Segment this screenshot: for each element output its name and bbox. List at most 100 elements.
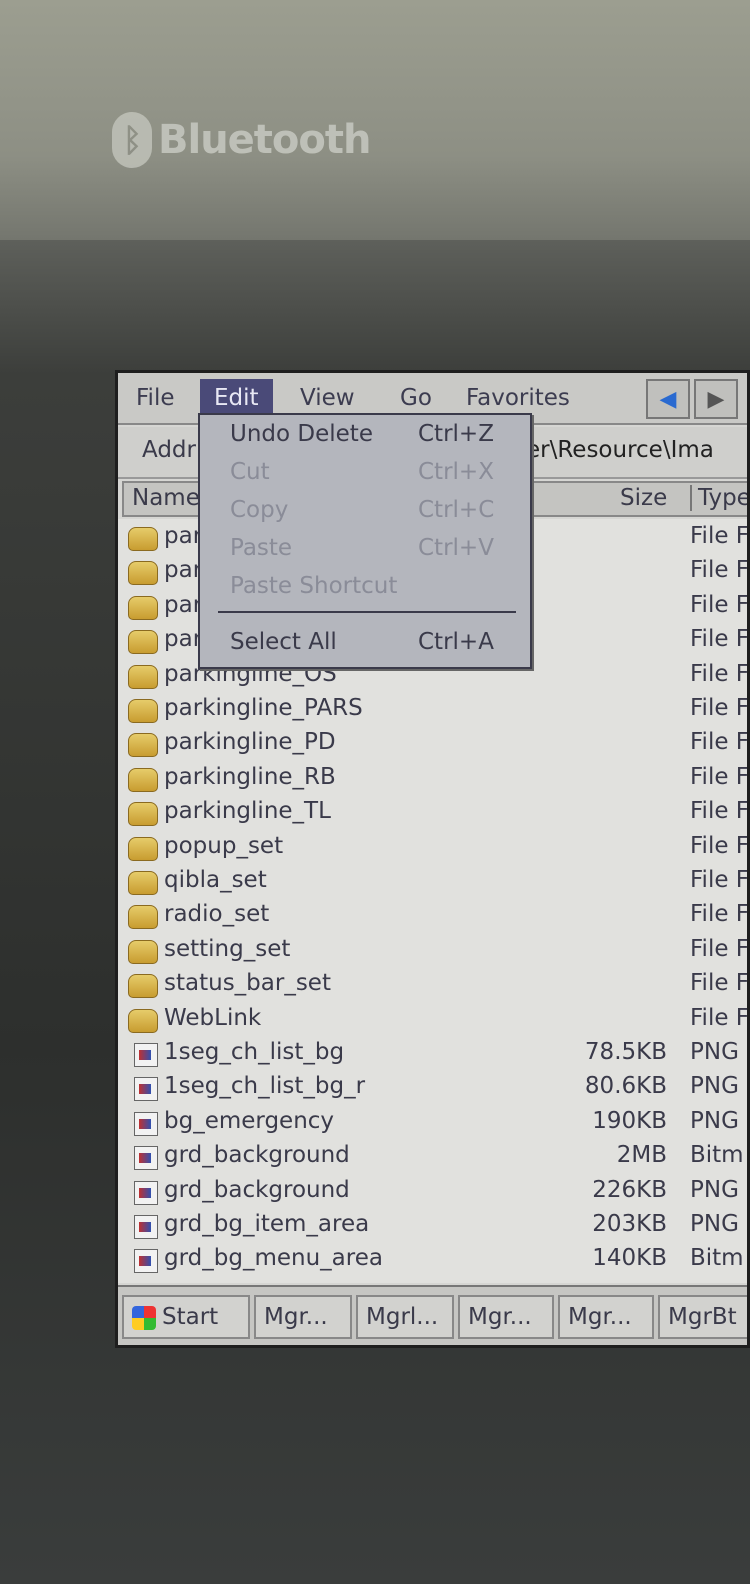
file-size: 226KB (592, 1176, 667, 1203)
file-row[interactable]: grd_background 226KB PNG (118, 1177, 747, 1211)
file-row[interactable]: parkingline_PARS File F (118, 695, 747, 729)
file-type: File F (690, 729, 747, 756)
menu-item-select-all[interactable]: Select All Ctrl+A (230, 629, 494, 663)
file-type: PNG (690, 1176, 739, 1203)
folder-icon (128, 905, 158, 930)
menu-item-label: Cut (230, 459, 270, 485)
column-size[interactable]: Size (620, 485, 667, 511)
file-row[interactable]: grd_background 2MB Bitm (118, 1142, 747, 1176)
start-button[interactable]: Start (122, 1295, 250, 1339)
menu-item-paste-shortcut[interactable]: Paste Shortcut (230, 573, 397, 607)
menu-item-copy[interactable]: Copy Ctrl+C (230, 497, 494, 531)
file-icon (134, 1146, 158, 1171)
file-row[interactable]: status_bar_set File F (118, 970, 747, 1004)
file-type: File F (690, 557, 747, 584)
folder-icon (128, 527, 158, 551)
file-name: grd_background (164, 1142, 350, 1169)
forward-button[interactable]: ▶ (694, 379, 738, 419)
menu-item-undo-delete[interactable]: Undo Delete Ctrl+Z (230, 421, 494, 455)
file-row[interactable]: bg_emergency 190KB PNG (118, 1108, 747, 1142)
menu-item-label: Select All (230, 629, 337, 655)
file-icon (134, 1180, 158, 1205)
address-input[interactable]: er\Resource\Ima (526, 437, 714, 463)
file-row[interactable]: 1seg_ch_list_bg_r 80.6KB PNG (118, 1073, 747, 1107)
file-icon (134, 1215, 158, 1239)
file-icon (134, 1249, 158, 1274)
menu-file[interactable]: File (122, 379, 189, 417)
folder-icon (128, 939, 158, 964)
file-type: File F (690, 523, 747, 549)
menu-view[interactable]: View (286, 379, 369, 417)
taskbar-button[interactable]: MgrBt (658, 1295, 747, 1339)
menu-item-shortcut: Ctrl+Z (418, 421, 494, 447)
menu-item-paste[interactable]: Paste Ctrl+V (230, 535, 494, 569)
file-name: parkingline_PARS (164, 695, 363, 721)
file-name: par (164, 557, 203, 584)
menu-go[interactable]: Go (386, 379, 446, 417)
file-row[interactable]: 1seg_ch_list_bg 78.5KB PNG (118, 1039, 747, 1073)
file-type: PNG (690, 1107, 739, 1134)
back-arrow-icon: ◀ (659, 386, 677, 412)
file-row[interactable]: setting_set File F (118, 936, 747, 970)
file-row[interactable]: parkingline_PD File F (118, 729, 747, 763)
file-name: bg_emergency (164, 1107, 335, 1134)
file-name: grd_bg_item_area (164, 1211, 370, 1237)
file-name: parkingline_TL (164, 798, 331, 825)
file-type: File F (690, 1004, 747, 1031)
menu-item-shortcut: Ctrl+A (418, 629, 494, 655)
file-name: grd_background (164, 1176, 350, 1203)
file-type: File F (690, 935, 747, 962)
file-size: 203KB (592, 1211, 667, 1237)
menu-item-label: Copy (230, 497, 289, 523)
file-name: parkingline_PD (164, 729, 336, 756)
file-type: PNG (690, 1073, 739, 1100)
folder-icon (128, 733, 158, 758)
taskbar-button[interactable]: Mgr... (458, 1295, 554, 1339)
file-row[interactable]: grd_bg_item_area 203KB PNG (118, 1211, 747, 1245)
file-type: File F (690, 591, 747, 618)
column-name[interactable]: Name (132, 485, 200, 511)
menu-item-label: Paste Shortcut (230, 573, 398, 599)
back-button[interactable]: ◀ (646, 379, 690, 419)
folder-icon (128, 767, 158, 792)
start-label: Start (162, 1304, 219, 1330)
menu-separator (218, 611, 516, 613)
file-row[interactable]: parkingline_TL File F (118, 798, 747, 832)
column-type[interactable]: Type (690, 485, 747, 511)
taskbar: Start Mgr... Mgrl... Mgr... Mgr... MgrBt (118, 1285, 747, 1345)
taskbar-button[interactable]: Mgrl... (356, 1295, 454, 1339)
file-name: 1seg_ch_list_bg_r (164, 1073, 366, 1100)
file-size: 140KB (592, 1245, 667, 1272)
file-name: qibla_set (164, 867, 267, 893)
bluetooth-icon: ᛒ (112, 112, 152, 168)
menu-item-cut[interactable]: Cut Ctrl+X (230, 459, 494, 493)
forward-arrow-icon: ▶ (707, 386, 725, 412)
file-row[interactable]: parkingline_RB File F (118, 764, 747, 798)
folder-icon (128, 595, 158, 620)
file-row[interactable]: WebLink File F (118, 1005, 747, 1039)
file-type: File F (690, 832, 747, 859)
folder-icon (128, 802, 158, 827)
file-icon (134, 1077, 158, 1102)
menu-edit[interactable]: Edit (200, 379, 273, 417)
menu-item-shortcut: Ctrl+C (418, 497, 495, 523)
file-row[interactable]: radio_set File F (118, 901, 747, 935)
file-name: grd_bg_menu_area (164, 1245, 383, 1272)
folder-icon (128, 699, 158, 723)
file-name: status_bar_set (164, 970, 331, 997)
menu-favorites[interactable]: Favorites (452, 379, 584, 417)
file-row[interactable]: qibla_set File F (118, 867, 747, 901)
file-row[interactable]: grd_bg_menu_area 140KB Bitm (118, 1245, 747, 1279)
menu-item-shortcut: Ctrl+V (418, 535, 494, 561)
file-type: PNG (690, 1211, 739, 1237)
file-name: radio_set (164, 901, 270, 928)
taskbar-button[interactable]: Mgr... (254, 1295, 352, 1339)
file-type: PNG (690, 1039, 739, 1065)
file-type: File F (690, 798, 747, 825)
file-name: par (164, 523, 203, 549)
folder-icon (128, 836, 158, 861)
file-row[interactable]: popup_set File F (118, 833, 747, 867)
taskbar-button[interactable]: Mgr... (558, 1295, 654, 1339)
file-size: 2MB (616, 1142, 667, 1169)
file-name: parkingline_RB (164, 763, 336, 790)
